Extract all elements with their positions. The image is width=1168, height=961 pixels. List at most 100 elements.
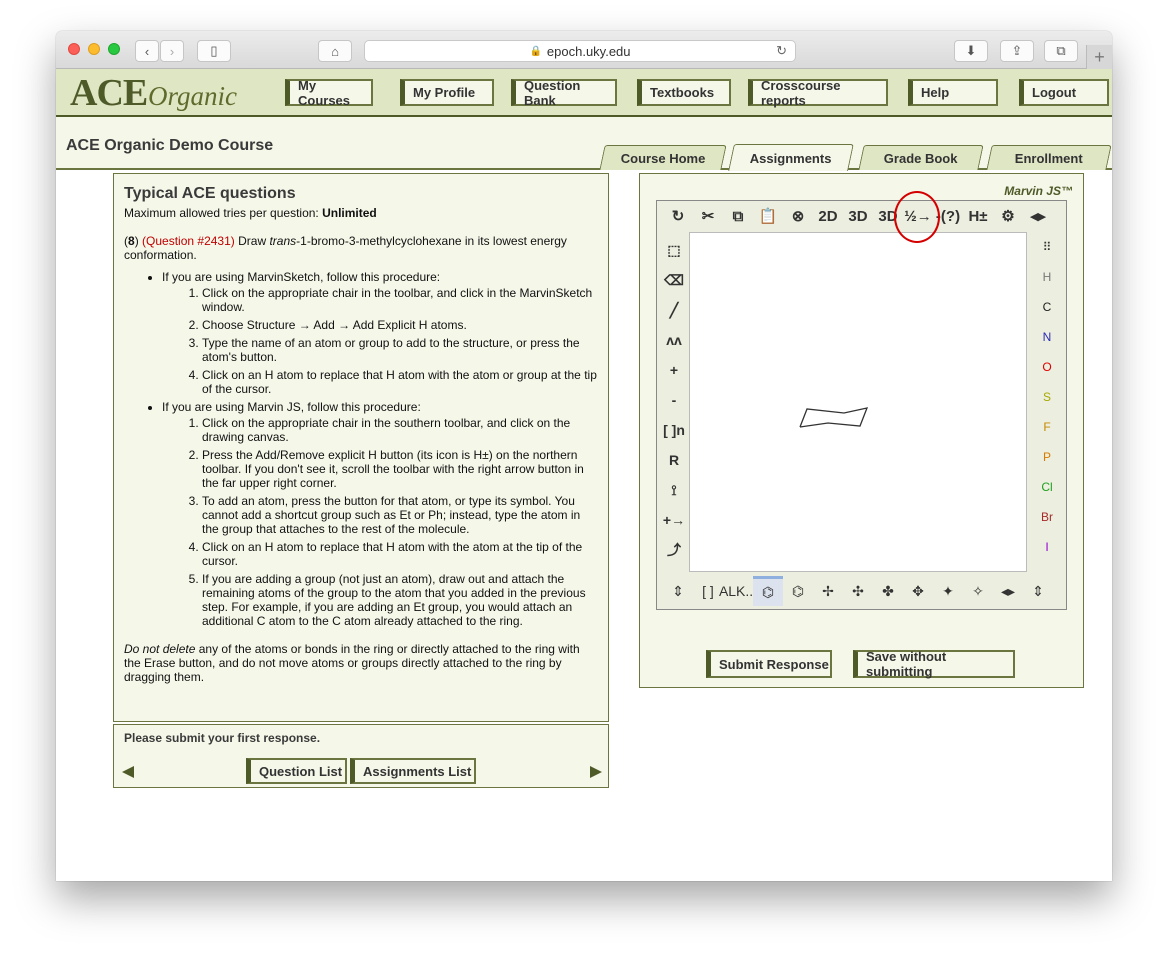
nav-logout[interactable]: Logout <box>1019 79 1109 106</box>
nav-textbooks[interactable]: Textbooks <box>637 79 731 106</box>
drawing-canvas[interactable] <box>689 232 1027 572</box>
newman-4-icon[interactable]: ✥ <box>903 576 933 606</box>
scroll-updown-2-icon[interactable]: ⇕ <box>1023 576 1053 606</box>
tabs-icon: ⧉ <box>1056 43 1066 58</box>
atom-button-S[interactable]: S <box>1030 382 1064 412</box>
scroll-leftright-icon[interactable]: ◂▸ <box>993 576 1023 606</box>
plus-icon: + <box>1094 46 1105 67</box>
cut-icon[interactable]: ✂ <box>693 204 723 228</box>
list-item: Choose Structure → Add → Add Explicit H … <box>202 318 598 332</box>
procedure-marvinsketch: If you are using MarvinSketch, follow th… <box>162 270 598 396</box>
clean-3d-icon[interactable]: 3D <box>843 204 873 228</box>
chevron-left-icon: ‹ <box>144 43 150 59</box>
question-panel: Typical ACE questions Maximum allowed tr… <box>113 173 609 722</box>
chair-1-icon[interactable]: ⌬ <box>753 576 783 606</box>
assignments-list-button[interactable]: Assignments List <box>350 758 476 784</box>
single-bond-icon[interactable]: ╱ <box>661 295 687 325</box>
reload-icon[interactable]: ↻ <box>776 43 787 59</box>
atom-button-O[interactable]: O <box>1030 352 1064 382</box>
redo-icon[interactable]: ↻ <box>663 204 693 228</box>
close-window-button[interactable] <box>68 43 80 55</box>
erase-icon[interactable]: ⌫ <box>661 265 687 295</box>
new-tab-button[interactable]: + <box>1086 45 1112 69</box>
attach-icon[interactable]: ⟟ <box>661 475 687 505</box>
newman-1-icon[interactable]: ✢ <box>813 576 843 606</box>
atom-button-periodic[interactable]: ⠿ <box>1030 232 1064 262</box>
paste-icon[interactable]: 📋 <box>753 204 783 228</box>
newman-6-icon[interactable]: ✧ <box>963 576 993 606</box>
atom-button-Cl[interactable]: Cl <box>1030 472 1064 502</box>
sidebar-button[interactable]: ▯ <box>197 40 231 62</box>
logo-ace-text: ACE <box>70 72 148 114</box>
share-button[interactable]: ⇪ <box>1000 40 1034 62</box>
atom-button-Br[interactable]: Br <box>1030 502 1064 532</box>
alkane-icon[interactable]: ALK... <box>719 576 757 606</box>
list-item: Click on an H atom to replace that H ato… <box>202 540 598 568</box>
marvin-title: Marvin JS™ <box>1004 184 1073 198</box>
zoom-icon[interactable]: ⊗ <box>783 204 813 228</box>
lock-icon: 🔒 <box>529 45 542 57</box>
marvinsketch-steps: Click on the appropriate chair in the to… <box>202 286 598 396</box>
question-prompt: (8) (Question #2431) Draw trans-1-bromo-… <box>124 234 567 262</box>
status-message: Please submit your first response. <box>124 731 321 745</box>
nav-my-courses[interactable]: My Courses <box>285 78 373 108</box>
marvin-panel: Marvin JS™ ↻ ✂ ⧉ 📋 ⊗ 2D 3D 3D ½→ -(?) H± ⚙ ◂▸ ⬚ ⌫ ╱ ʌʌ +… <box>639 173 1084 688</box>
question-number-link[interactable]: (Question #2431) <box>142 234 235 248</box>
copy-icon[interactable]: ⧉ <box>723 204 753 228</box>
app-header: ACE Organic My Courses My Profile Questi… <box>56 69 1112 117</box>
newman-3-icon[interactable]: ✤ <box>873 576 903 606</box>
back-button[interactable]: ‹ <box>135 40 159 62</box>
reaction-arrow-icon[interactable]: +→ <box>661 505 687 535</box>
newman-2-icon[interactable]: ✣ <box>843 576 873 606</box>
atom-button-N[interactable]: N <box>1030 322 1064 352</box>
tab-assignments[interactable]: Assignments <box>728 144 854 171</box>
atom-button-C[interactable]: C <box>1030 292 1064 322</box>
scroll-arrows-icon[interactable]: ◂▸ <box>1023 204 1053 228</box>
erase-warning: Do not delete any of the atoms or bonds … <box>124 642 580 684</box>
newman-5-icon[interactable]: ✦ <box>933 576 963 606</box>
zoom-window-button[interactable] <box>108 43 120 55</box>
question-list-button[interactable]: Question List <box>246 758 347 784</box>
highlight-circle <box>894 191 940 243</box>
save-without-submitting-button[interactable]: Save without submitting <box>853 649 1015 679</box>
previous-question-arrow-icon[interactable] <box>122 766 134 778</box>
select-icon[interactable]: ⬚ <box>661 235 687 265</box>
browser-titlebar: ‹ › ▯ ⌂ 🔒 epoch.uky.edu ↻ ⬇ ⇪ ⧉ + <box>56 31 1112 69</box>
browser-window: ‹ › ▯ ⌂ 🔒 epoch.uky.edu ↻ ⬇ ⇪ ⧉ + ACE Or… <box>56 31 1112 881</box>
tabs-overview-button[interactable]: ⧉ <box>1044 40 1078 62</box>
scroll-updown-icon[interactable]: ⇕ <box>663 576 693 606</box>
nav-my-profile[interactable]: My Profile <box>400 79 494 106</box>
atom-button-H[interactable]: H <box>1030 262 1064 292</box>
chair-2-icon[interactable]: ⌬ <box>783 576 813 606</box>
charge-plus-icon[interactable]: + <box>661 355 687 385</box>
tab-course-home[interactable]: Course Home <box>599 145 727 170</box>
tab-enrollment[interactable]: Enrollment <box>986 145 1112 170</box>
download-icon: ⬇ <box>965 43 977 58</box>
explicit-h-icon[interactable]: H± <box>963 204 993 228</box>
tab-grade-book[interactable]: Grade Book <box>858 145 984 170</box>
nav-help[interactable]: Help <box>908 79 998 106</box>
forward-button[interactable]: › <box>160 40 184 62</box>
address-bar[interactable]: 🔒 epoch.uky.edu ↻ <box>364 40 796 62</box>
clean-2d-icon[interactable]: 2D <box>813 204 843 228</box>
nav-question-bank[interactable]: Question Bank <box>511 78 617 108</box>
atom-button-I[interactable]: I <box>1030 532 1064 562</box>
mechanism-arrow-icon[interactable]: ⤴ <box>661 535 687 565</box>
chain-icon[interactable]: ʌʌ <box>661 325 687 355</box>
nav-crosscourse-reports[interactable]: Crosscourse reports <box>748 78 888 108</box>
ace-organic-logo[interactable]: ACE Organic <box>68 71 243 115</box>
rgroup-icon[interactable]: R <box>661 445 687 475</box>
next-question-arrow-icon[interactable] <box>590 766 602 778</box>
chevron-right-icon: › <box>169 43 175 59</box>
settings-icon[interactable]: ⚙ <box>993 204 1023 228</box>
minimize-window-button[interactable] <box>88 43 100 55</box>
downloads-button[interactable]: ⬇ <box>954 40 988 62</box>
marvin-top-toolbar: ↻ ✂ ⧉ 📋 ⊗ 2D 3D 3D ½→ -(?) H± ⚙ ◂▸ <box>657 201 1066 231</box>
bracket-icon[interactable]: [ ]n <box>661 415 687 445</box>
atom-button-P[interactable]: P <box>1030 442 1064 472</box>
marvin-template-toolbar: ⇕[ ] ALK... ⌬ ⌬ ✢ ✣ ✤ ✥ ✦ ✧ ◂▸ ⇕ <box>657 574 1066 608</box>
charge-minus-icon[interactable]: - <box>661 385 687 415</box>
submit-response-button[interactable]: Submit Response <box>706 650 832 678</box>
home-button[interactable]: ⌂ <box>318 40 352 62</box>
atom-button-F[interactable]: F <box>1030 412 1064 442</box>
